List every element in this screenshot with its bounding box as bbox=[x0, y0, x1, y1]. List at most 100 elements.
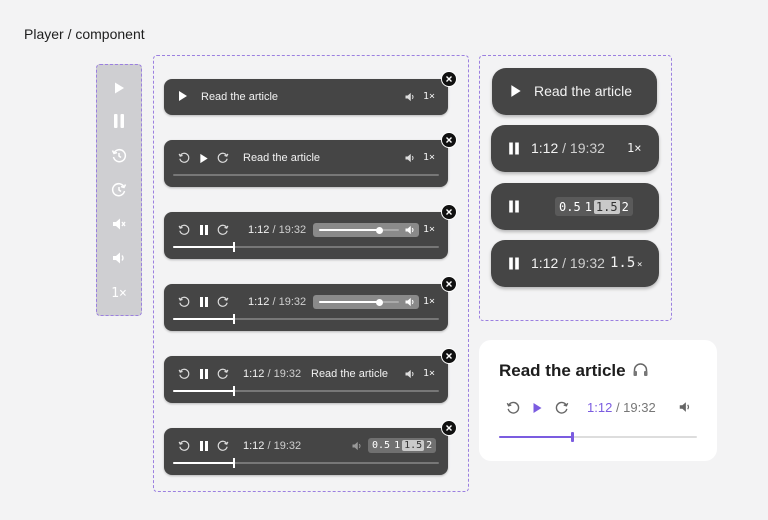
time-display: 1:12 / 19:32 bbox=[243, 368, 302, 380]
speed-label[interactable]: 1× bbox=[627, 141, 641, 155]
card-title: Read the article bbox=[499, 361, 649, 381]
article-player-card: Read the article 1:12 / 19:32 bbox=[479, 340, 717, 461]
mobile-player-time-speed[interactable]: 1:12 / 19:32 1.5 × bbox=[491, 240, 659, 287]
pause-icon[interactable] bbox=[508, 141, 520, 156]
volume-icon[interactable] bbox=[404, 152, 416, 164]
rewind-icon[interactable] bbox=[178, 224, 190, 236]
forward-icon[interactable] bbox=[555, 401, 569, 415]
article-label: Read the article bbox=[311, 368, 389, 380]
close-icon[interactable] bbox=[441, 132, 457, 148]
headphones-icon bbox=[633, 363, 648, 376]
volume-track[interactable] bbox=[319, 301, 399, 303]
time-display: 1:12 / 19:32 bbox=[531, 140, 605, 156]
forward-icon[interactable] bbox=[217, 296, 229, 308]
speed-selector[interactable]: 0.5 1 1.5 2 bbox=[555, 197, 633, 216]
progress-track[interactable] bbox=[173, 386, 439, 396]
speed-option[interactable]: 2 bbox=[620, 200, 631, 214]
player-bar-volume-open[interactable]: 1:12 / 19:32 1× bbox=[164, 212, 448, 259]
player-bar-compact[interactable]: Read the article 1× bbox=[164, 79, 448, 115]
card-progress-track[interactable] bbox=[499, 432, 697, 442]
speed-label[interactable]: 1× bbox=[423, 91, 435, 102]
pause-icon[interactable] bbox=[508, 256, 520, 271]
close-icon[interactable] bbox=[441, 276, 457, 292]
speed-label[interactable]: 1× bbox=[423, 368, 435, 379]
volume-track[interactable] bbox=[319, 229, 399, 231]
player-bar-full[interactable]: 1:12 / 19:32 Read the article 1× bbox=[164, 356, 448, 403]
mobile-player-time[interactable]: 1:12 / 19:32 1× bbox=[491, 125, 659, 172]
page-title: Player / component bbox=[24, 26, 145, 42]
volume-icon[interactable] bbox=[97, 249, 141, 267]
speed-option[interactable]: 0.5 bbox=[557, 200, 583, 214]
player-bar-with-skip[interactable]: Read the article 1× bbox=[164, 140, 448, 187]
pause-icon[interactable] bbox=[199, 224, 209, 236]
article-label: Read the article bbox=[201, 91, 279, 103]
forward-icon[interactable] bbox=[217, 368, 229, 380]
forward-icon[interactable] bbox=[97, 181, 141, 199]
player-bar-volume-open-2[interactable]: 1:12 / 19:32 1× bbox=[164, 284, 448, 331]
volume-icon[interactable] bbox=[404, 296, 416, 308]
volume-slider[interactable] bbox=[313, 295, 419, 309]
speed-option-selected[interactable]: 1.5 bbox=[402, 440, 425, 451]
rewind-icon[interactable] bbox=[178, 152, 190, 164]
speed-label[interactable]: 1× bbox=[97, 284, 141, 302]
speed-option[interactable]: 0.5 bbox=[370, 440, 392, 451]
article-label: Read the article bbox=[534, 83, 633, 99]
volume-knob[interactable] bbox=[375, 226, 383, 234]
volume-icon[interactable] bbox=[404, 91, 416, 103]
icon-set-panel: 1× bbox=[96, 64, 142, 316]
volume-icon[interactable] bbox=[678, 400, 692, 414]
rewind-icon[interactable] bbox=[178, 296, 190, 308]
time-display: 1:12 / 19:32 bbox=[243, 440, 302, 452]
play-icon[interactable] bbox=[532, 402, 543, 414]
progress-track[interactable] bbox=[173, 242, 439, 252]
speed-label[interactable]: 1× bbox=[423, 224, 435, 235]
progress-track[interactable] bbox=[173, 314, 439, 324]
pause-icon[interactable] bbox=[199, 368, 209, 380]
article-label: Read the article bbox=[243, 152, 321, 164]
time-display: 1:12 / 19:32 bbox=[248, 296, 307, 308]
speed-option-selected[interactable]: 1.5 bbox=[593, 199, 620, 214]
close-icon[interactable] bbox=[441, 348, 457, 364]
forward-icon[interactable] bbox=[217, 224, 229, 236]
play-icon[interactable] bbox=[97, 79, 141, 97]
player-bar-speed-open[interactable]: 1:12 / 19:32 0.5 1 1.5 2 bbox=[164, 428, 448, 475]
card-progress-knob[interactable] bbox=[570, 432, 574, 442]
pause-icon[interactable] bbox=[97, 112, 141, 130]
mobile-player-compact[interactable]: Read the article bbox=[492, 68, 657, 115]
speed-option[interactable]: 1 bbox=[583, 200, 594, 214]
time-display: 1:12 / 19:32 bbox=[248, 224, 307, 236]
close-icon[interactable] bbox=[441, 71, 457, 87]
speed-value[interactable]: 1.5 bbox=[610, 255, 635, 271]
forward-icon[interactable] bbox=[217, 440, 229, 452]
mobile-player-speed[interactable]: 0.5 1 1.5 2 bbox=[491, 183, 659, 230]
progress-track[interactable] bbox=[173, 458, 439, 468]
play-icon[interactable] bbox=[199, 153, 209, 164]
speed-option[interactable]: 1 bbox=[392, 440, 402, 451]
forward-icon[interactable] bbox=[217, 152, 229, 164]
close-icon[interactable] bbox=[441, 420, 457, 436]
pause-icon[interactable] bbox=[199, 296, 209, 308]
mute-icon[interactable] bbox=[97, 215, 141, 233]
rewind-icon[interactable] bbox=[97, 147, 141, 165]
rewind-icon[interactable] bbox=[178, 440, 190, 452]
volume-icon[interactable] bbox=[404, 224, 416, 236]
volume-icon[interactable] bbox=[404, 368, 416, 380]
progress-track[interactable] bbox=[173, 174, 439, 176]
rewind-icon[interactable] bbox=[506, 401, 520, 415]
time-display: 1:12 / 19:32 bbox=[531, 255, 605, 271]
volume-icon[interactable] bbox=[351, 440, 363, 452]
speed-unit: × bbox=[637, 260, 643, 270]
play-icon[interactable] bbox=[178, 90, 188, 102]
close-icon[interactable] bbox=[441, 204, 457, 220]
speed-label[interactable]: 1× bbox=[423, 296, 435, 307]
volume-knob[interactable] bbox=[375, 298, 383, 306]
play-icon[interactable] bbox=[510, 84, 522, 98]
player-variants-panel bbox=[153, 55, 469, 492]
speed-selector[interactable]: 0.5 1 1.5 2 bbox=[368, 438, 437, 453]
pause-icon[interactable] bbox=[508, 199, 520, 214]
rewind-icon[interactable] bbox=[178, 368, 190, 380]
pause-icon[interactable] bbox=[199, 440, 209, 452]
speed-label[interactable]: 1× bbox=[423, 152, 435, 163]
speed-option[interactable]: 2 bbox=[424, 440, 434, 451]
volume-slider[interactable] bbox=[313, 223, 419, 237]
